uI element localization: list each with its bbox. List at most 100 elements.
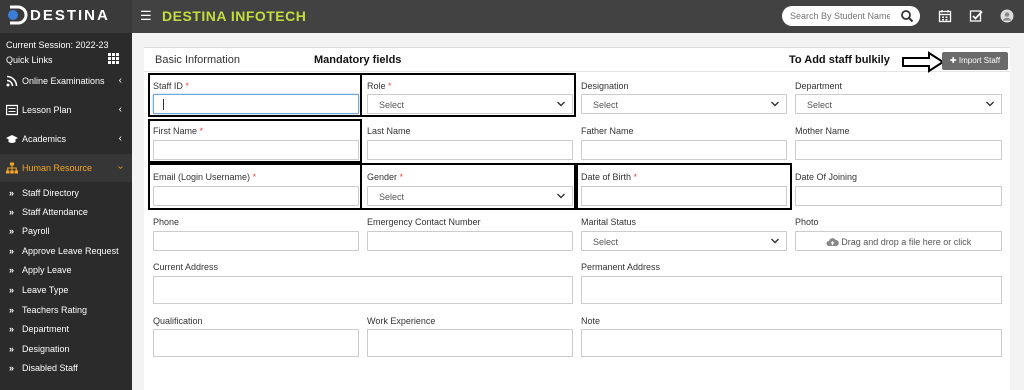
father-name-label: Father Name — [581, 126, 634, 136]
sub-label: Staff Attendance — [22, 207, 88, 217]
sub-label: Department — [22, 324, 70, 334]
last-name-input[interactable] — [367, 140, 573, 160]
required-mark: * — [388, 81, 392, 91]
double-arrow-icon: » — [9, 265, 15, 275]
sub-teachers-rating[interactable]: » Teachers Rating — [0, 301, 132, 320]
staff-id-input[interactable] — [153, 94, 359, 114]
required-mark: * — [633, 172, 638, 182]
double-arrow-icon: » — [9, 305, 15, 315]
nav-academics[interactable]: Academics ‹ — [0, 125, 132, 153]
search-input[interactable] — [790, 9, 890, 23]
designation-select[interactable]: Select — [581, 94, 787, 114]
marital-status-label: Marital Status — [581, 217, 637, 227]
sub-department[interactable]: » Department — [0, 320, 132, 339]
role-select[interactable]: Select — [367, 94, 573, 114]
required-mark: * — [252, 172, 257, 182]
nav-label: Human Resource — [22, 163, 93, 173]
app-title: DESTINA INFOTECH — [162, 8, 307, 24]
phone-input[interactable] — [153, 231, 359, 251]
label-text: Staff ID — [153, 81, 183, 91]
arrow-right-icon — [902, 51, 945, 73]
gender-select[interactable]: Select — [367, 186, 573, 206]
marital-status-select[interactable]: Select — [581, 231, 787, 251]
note-textarea[interactable] — [581, 329, 1002, 357]
sub-staff-attendance[interactable]: » Staff Attendance — [0, 203, 132, 222]
permanent-address-textarea[interactable] — [581, 276, 1002, 304]
sitemap-icon — [6, 162, 18, 174]
sub-designation[interactable]: » Designation — [0, 340, 132, 359]
sub-payroll[interactable]: » Payroll — [0, 222, 132, 241]
dob-input[interactable] — [581, 186, 787, 206]
sub-label: Designation — [22, 344, 70, 354]
first-name-input[interactable] — [153, 140, 359, 160]
sidebar: Current Session: 2022-23 Quick Links Onl… — [0, 33, 132, 390]
sub-label: Approve Leave Request — [22, 246, 119, 256]
label-text: Date of Birth — [581, 172, 632, 182]
task-check-icon[interactable] — [969, 9, 983, 23]
grid-icon[interactable] — [108, 53, 119, 64]
search-icon[interactable] — [900, 9, 914, 23]
double-arrow-icon: » — [9, 344, 15, 354]
sub-label: Payroll — [22, 226, 50, 236]
quick-links-label[interactable]: Quick Links — [6, 55, 53, 65]
sub-staff-directory[interactable]: » Staff Directory — [0, 184, 132, 203]
department-select[interactable]: Select — [795, 94, 1002, 114]
text-caret — [163, 99, 164, 110]
nav-human-resource[interactable]: Human Resource ‹ — [0, 154, 132, 182]
sub-apply-leave[interactable]: » Apply Leave — [0, 261, 132, 280]
menu-toggle-icon[interactable]: ☰ — [140, 8, 154, 24]
current-address-textarea[interactable] — [153, 276, 573, 304]
select-value: Select — [379, 192, 405, 202]
email-field[interactable] — [153, 186, 359, 206]
sub-approve-leave-request[interactable]: » Approve Leave Request — [0, 242, 132, 261]
logo[interactable]: DESTINA — [0, 0, 132, 33]
chevron-left-icon: ‹ — [118, 104, 122, 115]
nav-online-examinations[interactable]: Online Examinations ‹ — [0, 67, 132, 95]
required-mark: * — [185, 81, 189, 91]
work-experience-textarea[interactable] — [367, 329, 573, 357]
mother-name-input[interactable] — [795, 140, 1002, 160]
photo-dropzone[interactable]: Drag and drop a file here or click — [795, 231, 1002, 251]
double-arrow-icon: » — [9, 363, 15, 373]
user-avatar-icon[interactable] — [1000, 9, 1014, 23]
sub-disabled-staff[interactable]: » Disabled Staff — [0, 359, 132, 378]
cloud-upload-icon — [826, 238, 839, 246]
import-staff-label: Import Staff — [958, 56, 1001, 65]
sub-leave-type[interactable]: » Leave Type — [0, 281, 132, 300]
emergency-contact-label: Emergency Contact Number — [367, 217, 481, 227]
staff-id-label: Staff ID * — [153, 81, 189, 91]
current-address-label: Current Address — [153, 262, 219, 272]
nav-lesson-plan[interactable]: Lesson Plan ‹ — [0, 96, 132, 124]
father-name-input[interactable] — [581, 140, 787, 160]
nav-label: Academics — [22, 134, 67, 144]
double-arrow-icon: » — [9, 207, 15, 217]
mother-name-label: Mother Name — [795, 126, 850, 136]
select-value: Select — [593, 237, 619, 247]
logo-text: DESTINA — [30, 7, 110, 24]
label-text: First Name — [153, 126, 198, 136]
chevron-down-icon — [986, 101, 994, 107]
double-arrow-icon: » — [9, 324, 15, 334]
doj-input[interactable] — [795, 186, 1002, 206]
dropzone-text: Drag and drop a file here or click — [796, 237, 1001, 247]
sub-label: Staff Directory — [22, 188, 79, 198]
dob-label: Date of Birth * — [581, 172, 637, 182]
qualification-label: Qualification — [153, 316, 203, 326]
emergency-contact-input[interactable] — [367, 231, 573, 251]
qualification-textarea[interactable] — [153, 329, 359, 357]
photo-label: Photo — [795, 217, 819, 227]
nav-label: Online Examinations — [22, 76, 105, 86]
select-value: Select — [807, 100, 833, 110]
panel-header: Basic Information Mandatory fields To Ad… — [144, 48, 1010, 73]
work-experience-label: Work Experience — [367, 316, 436, 326]
dropzone-label: Drag and drop a file here or click — [841, 237, 972, 247]
chevron-down-icon — [771, 101, 779, 107]
double-arrow-icon: » — [9, 246, 15, 256]
sub-label: Apply Leave — [22, 265, 72, 275]
import-staff-button[interactable]: ✚ Import Staff — [942, 52, 1008, 70]
panel-title: Basic Information — [155, 54, 240, 66]
required-mark: * — [399, 172, 404, 182]
chevron-down-icon — [557, 193, 565, 199]
calendar-icon[interactable] — [938, 9, 952, 23]
bulk-add-note: To Add staff bulkily — [789, 54, 890, 66]
